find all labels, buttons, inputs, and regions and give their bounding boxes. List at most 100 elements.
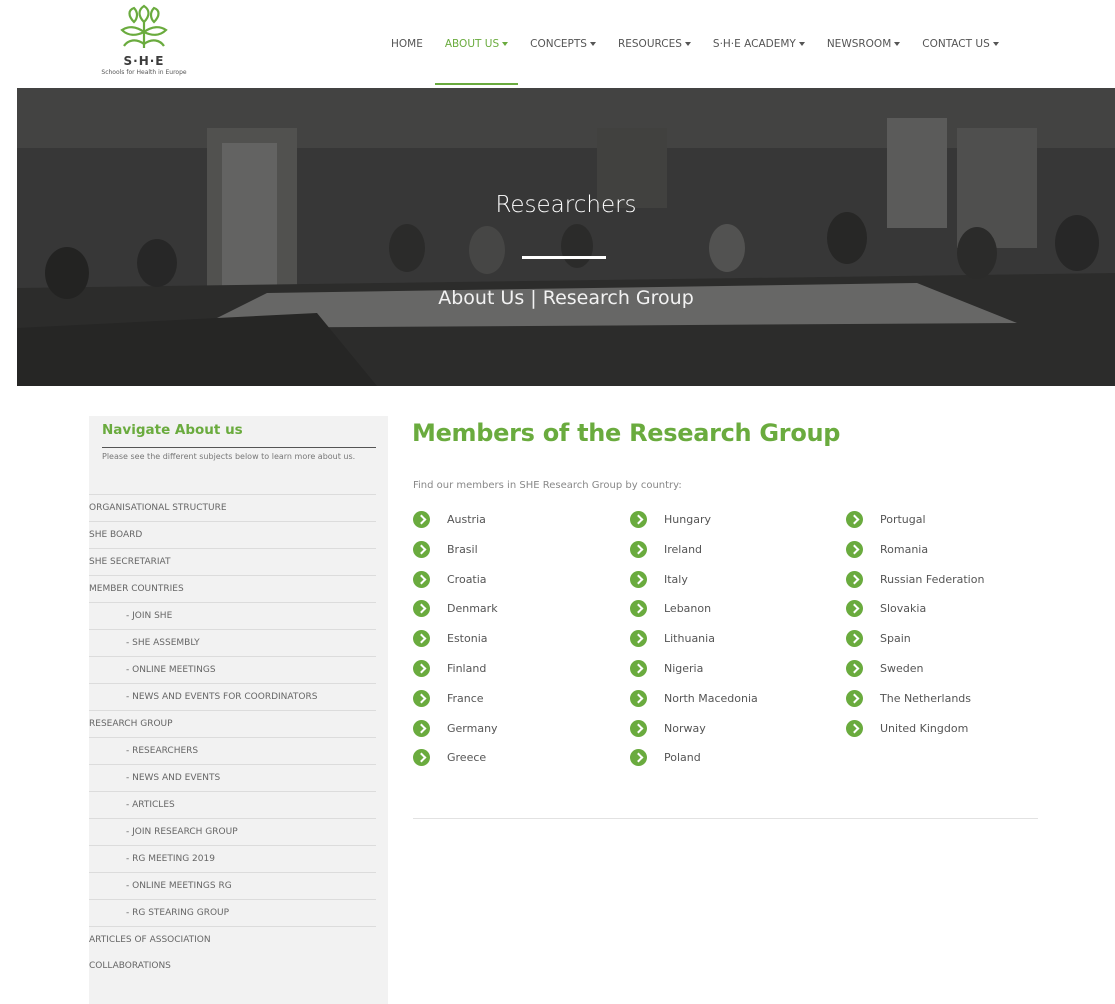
sidebar-item-online-meetings[interactable]: - ONLINE MEETINGS — [89, 656, 376, 683]
sidebar-item-label: MEMBER COUNTRIES — [89, 584, 184, 594]
country-link[interactable]: Slovakia — [846, 597, 926, 619]
country-link[interactable]: Brasil — [413, 538, 478, 560]
country-link[interactable]: Hungary — [630, 508, 711, 530]
country-name: Austria — [447, 512, 486, 526]
sidebar-item-collaborations[interactable]: COLLABORATIONS — [89, 953, 376, 979]
sidebar-item-label: - ARTICLES — [126, 800, 175, 810]
sidebar-item-join-she[interactable]: - JOIN SHE — [89, 602, 376, 629]
nav-about-us[interactable]: ABOUT US — [434, 0, 519, 88]
chevron-right-circle-icon — [413, 748, 430, 766]
country-link[interactable]: Lithuania — [630, 627, 715, 649]
logo-tagline: Schools for Health in Europe — [101, 69, 187, 76]
nav-label: RESOURCES — [617, 38, 682, 50]
sidebar-item-articles-of-association[interactable]: ARTICLES OF ASSOCIATION — [89, 926, 376, 953]
sidebar-item-label: ARTICLES OF ASSOCIATION — [89, 935, 211, 945]
country-link[interactable]: Poland — [630, 746, 701, 768]
country-link[interactable]: Spain — [846, 627, 911, 649]
country-name: Italy — [664, 572, 688, 586]
country-name: Croatia — [447, 572, 487, 586]
country-link[interactable]: North Macedonia — [630, 687, 758, 709]
nav-newsroom[interactable]: NEWSROOM — [826, 0, 901, 88]
sidebar-item-rg-meeting-2019[interactable]: - RG MEETING 2019 — [89, 845, 376, 872]
chevron-right-circle-icon — [846, 570, 863, 588]
country-link[interactable]: Russian Federation — [846, 568, 984, 590]
sidebar-item-label: - RG STEARING GROUP — [126, 908, 230, 918]
chevron-right-circle-icon — [846, 540, 863, 558]
sidebar-item-label: - RESEARCHERS — [126, 746, 199, 756]
sidebar-item-she-secretariat[interactable]: SHE SECRETARIAT — [89, 548, 376, 575]
country-link[interactable]: Italy — [630, 568, 688, 590]
country-name: Ireland — [664, 542, 703, 556]
sidebar-item-rg-stearing-group[interactable]: - RG STEARING GROUP — [89, 899, 376, 926]
sidebar-item-organisational-structure[interactable]: ORGANISATIONAL STRUCTURE — [89, 494, 376, 521]
nav-resources[interactable]: RESOURCES — [618, 0, 691, 88]
country-link[interactable]: Croatia — [413, 568, 487, 590]
sidebar-item-researchers[interactable]: - RESEARCHERS — [89, 737, 376, 764]
chevron-right-circle-icon — [846, 659, 863, 677]
country-link[interactable]: Sweden — [846, 657, 923, 679]
caret-down-icon — [992, 42, 999, 46]
country-name: Sweden — [880, 661, 924, 675]
country-link[interactable]: Lebanon — [630, 597, 711, 619]
sidebar-item-news-and-events[interactable]: - NEWS AND EVENTS — [89, 764, 376, 791]
sidebar-item-join-research-group[interactable]: - JOIN RESEARCH GROUP — [89, 818, 376, 845]
country-link[interactable]: Portugal — [846, 508, 926, 530]
meeting-room-photo — [17, 88, 1115, 386]
nav-label: NEWSROOM — [826, 38, 892, 50]
country-name: Greece — [447, 750, 487, 764]
sidebar-item-online-meetings-rg[interactable]: - ONLINE MEETINGS RG — [89, 872, 376, 899]
country-link[interactable]: The Netherlands — [846, 687, 971, 709]
country-link[interactable]: Romania — [846, 538, 928, 560]
country-link[interactable]: United Kingdom — [846, 717, 968, 739]
country-link[interactable]: Nigeria — [630, 657, 703, 679]
sidebar-item-she-board[interactable]: SHE BOARD — [89, 521, 376, 548]
sidebar-item-she-assembly[interactable]: - SHE ASSEMBLY — [89, 629, 376, 656]
leaf-logo-icon — [120, 4, 168, 49]
country-link[interactable]: Norway — [630, 717, 706, 739]
country-name: Germany — [447, 721, 498, 735]
chevron-right-circle-icon — [846, 629, 863, 647]
chevron-right-circle-icon — [846, 510, 863, 528]
title-divider — [522, 256, 606, 259]
sidebar-item-label: - NEWS AND EVENTS — [126, 773, 221, 783]
nav-label: S·H·E ACADEMY — [712, 38, 796, 50]
site-logo[interactable]: S·H·E Schools for Health in Europe — [88, 4, 200, 84]
country-name: Norway — [664, 721, 706, 735]
site-header: S·H·E Schools for Health in Europe HOME … — [0, 0, 1115, 88]
nav-concepts[interactable]: CONCEPTS — [530, 0, 596, 88]
sidebar-item-research-group[interactable]: RESEARCH GROUP — [89, 710, 376, 737]
chevron-right-circle-icon — [630, 659, 647, 677]
content-divider — [413, 818, 1038, 819]
country-link[interactable]: Ireland — [630, 538, 702, 560]
chevron-right-circle-icon — [630, 599, 647, 617]
country-link[interactable]: Estonia — [413, 627, 488, 649]
chevron-right-circle-icon — [630, 748, 647, 766]
sidebar-item-news-events-coordinators[interactable]: - NEWS AND EVENTS FOR COORDINATORS — [89, 683, 376, 710]
hero-banner: Researchers About Us | Research Group — [17, 88, 1115, 386]
country-link[interactable]: Finland — [413, 657, 486, 679]
chevron-right-circle-icon — [413, 570, 430, 588]
sidebar-item-articles[interactable]: - ARTICLES — [89, 791, 376, 818]
nav-home[interactable]: HOME — [391, 0, 423, 88]
country-link[interactable]: Denmark — [413, 597, 498, 619]
country-name: Poland — [664, 750, 701, 764]
sidebar-item-member-countries[interactable]: MEMBER COUNTRIES — [89, 575, 376, 602]
sidebar-item-label: - RG MEETING 2019 — [126, 854, 215, 864]
country-link[interactable]: Germany — [413, 717, 498, 739]
logo-name: S·H·E — [123, 54, 165, 68]
sidebar-nav: Navigate About us Please see the differe… — [89, 416, 388, 1004]
nav-contact-us[interactable]: CONTACT US — [922, 0, 999, 88]
country-name: North Macedonia — [664, 691, 758, 705]
chevron-right-circle-icon — [413, 599, 430, 617]
sidebar-item-label: - NEWS AND EVENTS FOR COORDINATORS — [126, 692, 318, 702]
country-link[interactable]: Austria — [413, 508, 486, 530]
country-link[interactable]: Greece — [413, 746, 486, 768]
chevron-right-circle-icon — [413, 629, 430, 647]
sidebar-item-label: COLLABORATIONS — [89, 961, 171, 971]
country-link[interactable]: France — [413, 687, 484, 709]
sidebar-item-label: RESEARCH GROUP — [89, 719, 173, 729]
chevron-right-circle-icon — [846, 599, 863, 617]
chevron-right-circle-icon — [413, 719, 430, 737]
main-nav: HOME ABOUT US CONCEPTS RESOURCES S·H·E A… — [380, 0, 1010, 88]
nav-she-academy[interactable]: S·H·E ACADEMY — [713, 0, 805, 88]
